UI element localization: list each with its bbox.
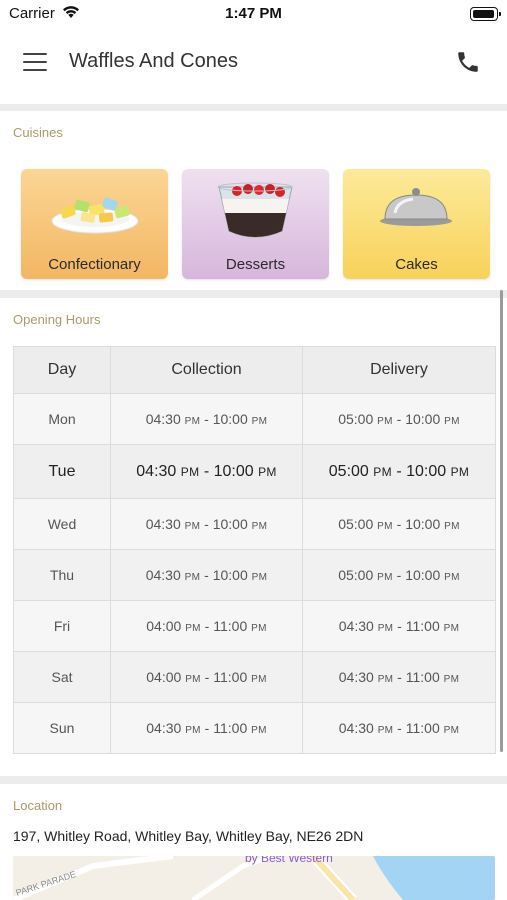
phone-icon[interactable] [455,49,481,75]
candy-plate-image [51,197,139,234]
day-cell: Sun [13,702,111,754]
collection-cell: 04:30 PM - 10:00 PM [110,444,303,499]
table-row: Thu 04:30 PM - 10:00 PM 05:00 PM - 10:00… [13,549,496,601]
hamburger-menu-icon[interactable] [23,53,47,71]
collection-cell: 04:30 PM - 10:00 PM [110,498,303,550]
delivery-cell: 04:30 PM - 11:00 PM [302,651,496,703]
delivery-cell: 05:00 PM - 10:00 PM [302,549,496,601]
table-row: Sun 04:30 PM - 11:00 PM 04:30 PM - 11:00… [13,702,496,754]
day-cell: Mon [13,393,111,445]
location-map[interactable]: by Best Western PARK PARADE [13,856,495,900]
cuisine-name: Cakes [395,256,438,273]
day-cell: Fri [13,600,111,652]
collection-cell: 04:00 PM - 11:00 PM [110,600,303,652]
table-row: Sat 04:00 PM - 11:00 PM 04:30 PM - 11:00… [13,651,496,703]
header-day: Day [13,346,111,394]
nav-bar: Waffles And Cones [0,30,507,104]
section-divider [0,290,507,298]
cuisine-name: Confectionary [48,256,141,273]
address-text: 197, Whitley Road, Whitley Bay, Whitley … [13,828,364,844]
day-cell: Wed [13,498,111,550]
cuisine-card-cakes[interactable]: Cakes [343,169,490,279]
day-cell: Thu [13,549,111,601]
delivery-cell: 05:00 PM - 10:00 PM [302,498,496,550]
status-time: 1:47 PM [225,5,282,22]
delivery-cell: 04:30 PM - 11:00 PM [302,600,496,652]
table-row: Mon 04:30 PM - 10:00 PM 05:00 PM - 10:00… [13,393,496,445]
collection-cell: 04:30 PM - 10:00 PM [110,549,303,601]
collection-cell: 04:30 PM - 10:00 PM [110,393,303,445]
cloche-image [380,188,452,226]
collection-cell: 04:30 PM - 11:00 PM [110,702,303,754]
table-row-today: Tue 04:30 PM - 10:00 PM 05:00 PM - 10:00… [13,444,496,499]
section-divider [0,104,507,111]
cuisine-card-confectionary[interactable]: Confectionary [21,169,168,279]
cuisine-name: Desserts [225,256,286,273]
map-label-hotel: by Best Western [245,856,333,865]
day-cell: Sat [13,651,111,703]
dessert-bowl-image [217,182,293,238]
battery-icon [470,7,501,21]
delivery-cell: 05:00 PM - 10:00 PM [302,393,496,445]
delivery-cell: 05:00 PM - 10:00 PM [302,444,496,499]
cuisines-heading: Cuisines [13,125,63,140]
delivery-cell: 04:30 PM - 11:00 PM [302,702,496,754]
header-collection: Collection [110,346,303,394]
table-row: Wed 04:30 PM - 10:00 PM 05:00 PM - 10:00… [13,498,496,550]
day-cell: Tue [13,444,111,499]
opening-hours-heading: Opening Hours [13,312,101,327]
collection-cell: 04:00 PM - 11:00 PM [110,651,303,703]
page-title: Waffles And Cones [69,50,238,72]
scrollbar[interactable] [500,290,503,752]
location-heading: Location [13,798,63,813]
section-divider [0,776,507,784]
status-bar: Carrier 1:47 PM [0,0,507,30]
cuisine-card-desserts[interactable]: Desserts [182,169,329,279]
table-header-row: Day Collection Delivery [13,346,496,394]
table-row: Fri 04:00 PM - 11:00 PM 04:30 PM - 11:00… [13,600,496,652]
header-delivery: Delivery [302,346,496,394]
opening-hours-table: Day Collection Delivery Mon 04:30 PM - 1… [13,346,496,754]
